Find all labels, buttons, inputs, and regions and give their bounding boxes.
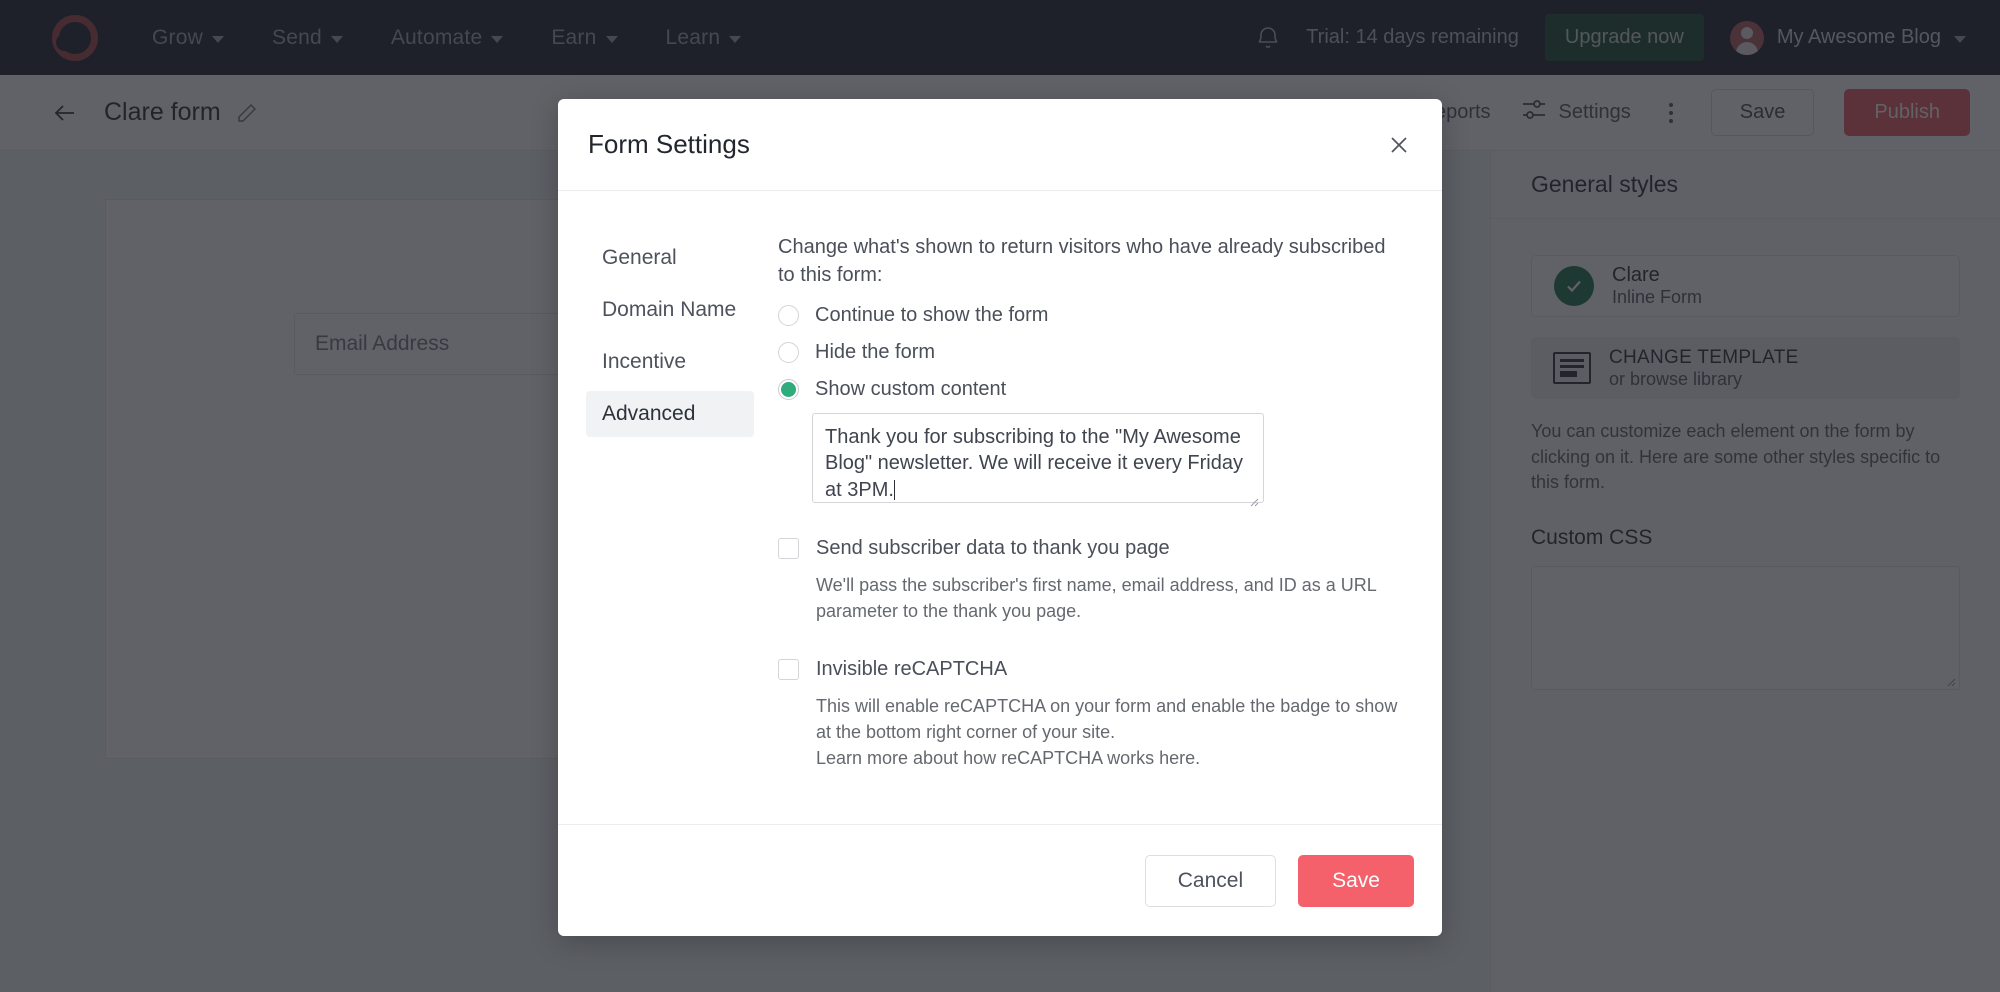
checkbox-label: Invisible reCAPTCHA bbox=[816, 657, 1008, 680]
resize-grip-icon[interactable] bbox=[1248, 488, 1259, 507]
tab-general[interactable]: General bbox=[586, 235, 754, 281]
radio-continue-to-show-form[interactable]: Continue to show the form bbox=[778, 304, 1402, 327]
custom-content-value: Thank you for subscribing to the "My Awe… bbox=[825, 425, 1243, 501]
radio-show-custom-content[interactable]: Show custom content bbox=[778, 378, 1402, 401]
app-root: Grow Send Automate Earn Learn bbox=[0, 0, 2000, 992]
radio-label: Show custom content bbox=[815, 377, 1007, 400]
radio-label: Continue to show the form bbox=[815, 303, 1049, 326]
checkbox-input[interactable] bbox=[778, 537, 799, 559]
radio-button[interactable] bbox=[778, 341, 799, 363]
settings-tab-list: General Domain Name Incentive Advanced bbox=[586, 233, 754, 824]
text-cursor bbox=[893, 479, 895, 500]
save-settings-button[interactable]: Save bbox=[1298, 854, 1414, 907]
dialog-header: Form Settings bbox=[558, 99, 1442, 191]
checkbox-invisible-recaptcha[interactable]: Invisible reCAPTCHA bbox=[778, 658, 1402, 681]
dialog-title: Form Settings bbox=[588, 129, 750, 159]
dialog-footer: Cancel Save bbox=[558, 824, 1442, 936]
form-settings-dialog: Form Settings General Domain Name Incent… bbox=[558, 99, 1442, 936]
tab-domain-name[interactable]: Domain Name bbox=[586, 287, 754, 333]
radio-hide-the-form[interactable]: Hide the form bbox=[778, 341, 1402, 364]
advanced-settings-panel: Change what's shown to return visitors w… bbox=[754, 233, 1410, 824]
return-visitor-intro: Change what's shown to return visitors w… bbox=[778, 236, 1386, 287]
checkbox-send-subscriber-data[interactable]: Send subscriber data to thank you page bbox=[778, 537, 1402, 560]
dialog-body: General Domain Name Incentive Advanced C… bbox=[558, 191, 1442, 824]
checkbox-label: Send subscriber data to thank you page bbox=[816, 536, 1170, 559]
tab-advanced[interactable]: Advanced bbox=[586, 391, 754, 437]
radio-button[interactable] bbox=[778, 378, 799, 400]
invisible-recaptcha-hint: This will enable reCAPTCHA on your form … bbox=[816, 695, 1398, 769]
cancel-button[interactable]: Cancel bbox=[1144, 854, 1277, 907]
radio-button[interactable] bbox=[778, 304, 799, 326]
custom-content-textarea[interactable]: Thank you for subscribing to the "My Awe… bbox=[812, 412, 1264, 507]
close-icon[interactable] bbox=[1384, 130, 1414, 160]
checkbox-input[interactable] bbox=[778, 658, 799, 680]
send-subscriber-data-hint: We'll pass the subscriber's first name, … bbox=[816, 574, 1377, 621]
tab-incentive[interactable]: Incentive bbox=[586, 339, 754, 385]
radio-label: Hide the form bbox=[815, 340, 936, 363]
